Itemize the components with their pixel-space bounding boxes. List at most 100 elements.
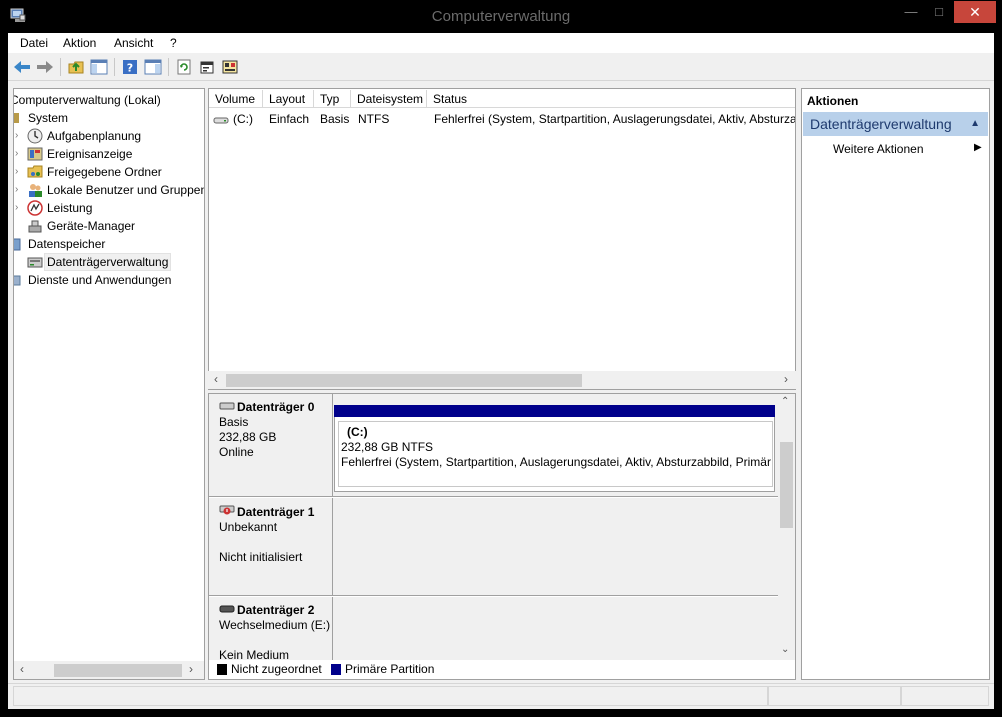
legend-primary-label: Primäre Partition [345, 662, 435, 676]
tree-item-ereignisanzeige[interactable]: › Ereignisanzeige [14, 145, 204, 163]
menu-help[interactable]: ? [170, 36, 177, 50]
tree-item-system[interactable]: System [14, 109, 204, 127]
clock-icon [27, 128, 43, 144]
tree-item-dienste[interactable]: Dienste und Anwendungen [14, 271, 204, 289]
tree-item-datenspeicher[interactable]: Datenspeicher [14, 235, 204, 253]
close-button[interactable]: ✕ [954, 1, 996, 23]
tree-item-lokale-benutzer[interactable]: › Lokale Benutzer und Gruppen [14, 181, 205, 199]
partition-c-size: 232,88 GB NTFS [341, 440, 434, 454]
disk-2-type: Wechselmedium (E:) [219, 618, 331, 632]
scroll-thumb[interactable] [54, 664, 182, 677]
volume-list-horizontal-scrollbar[interactable]: ‹ › [208, 371, 796, 389]
disk-error-icon [219, 504, 235, 520]
partition-c-label: (C:) [347, 425, 368, 439]
actions-section-datentraegerverwaltung[interactable]: Datenträgerverwaltung ▲ [803, 112, 988, 136]
disk-2-partitions [333, 597, 779, 660]
system-tools-icon [14, 110, 28, 126]
collapse-up-icon[interactable]: ▲ [970, 112, 980, 136]
column-header-typ[interactable]: Typ [314, 90, 351, 108]
cell-typ: Basis [320, 112, 350, 126]
disk-0-size: 232,88 GB [219, 430, 277, 444]
scroll-thumb[interactable] [226, 374, 582, 387]
properties-icon[interactable] [197, 57, 217, 77]
more-actions-item[interactable]: Weitere Aktionen [833, 142, 924, 156]
actions-section-label: Datenträgerverwaltung [810, 116, 952, 132]
tree-item-system-label: System [28, 111, 69, 125]
menu-ansicht[interactable]: Ansicht [114, 36, 153, 50]
disk-settings-icon[interactable] [220, 57, 240, 77]
tree-horizontal-scrollbar[interactable]: ‹ › [13, 661, 205, 680]
tree-item-freigegebene-ordner[interactable]: › Freigegebene Ordner [14, 163, 204, 181]
device-manager-icon [27, 218, 43, 234]
legend-unallocated: Nicht zugeordnet [217, 662, 322, 676]
status-bar [8, 683, 994, 707]
minimize-button[interactable]: — [898, 1, 924, 23]
tree-item-lokale-benutzer-label: Lokale Benutzer und Gruppen [47, 183, 205, 197]
disk-1-type: Unbekannt [219, 520, 278, 534]
show-hide-action-pane-icon[interactable] [143, 57, 163, 77]
legend-unallocated-label: Nicht zugeordnet [231, 662, 322, 676]
tree-item-datentraegerverwaltung-label: Datenträgerverwaltung [44, 253, 172, 271]
maximize-button[interactable]: □ [926, 1, 952, 23]
event-viewer-icon [27, 146, 43, 162]
tree-item-leistung[interactable]: › Leistung [14, 199, 204, 217]
back-arrow-icon[interactable] [12, 57, 32, 77]
title-bar: Computerverwaltung — □ ✕ [0, 0, 1002, 33]
toolbar: ? [8, 53, 994, 81]
scroll-up-arrow-icon[interactable]: ⌃ [781, 396, 789, 407]
column-header-status[interactable]: Status [427, 90, 795, 108]
disk-0-label[interactable]: Datenträger 0 Basis 232,88 GB Online [209, 394, 333, 497]
tree-item-datentraegerverwaltung[interactable]: Datenträgerverwaltung [14, 253, 204, 271]
cell-status: Fehlerfrei (System, Startpartition, Ausl… [434, 112, 796, 126]
actions-pane: Aktionen Datenträgerverwaltung ▲ Weitere… [801, 88, 990, 680]
disk-1-name: Datenträger 1 [237, 504, 315, 519]
forward-arrow-icon[interactable] [35, 57, 55, 77]
cell-volume: (C:) [233, 112, 253, 126]
expand-chevron-icon[interactable]: › [15, 145, 18, 163]
expand-chevron-icon[interactable]: › [15, 181, 18, 199]
disk-2-name: Datenträger 2 [237, 603, 315, 617]
performance-icon [27, 200, 43, 216]
disk-view-vertical-scrollbar[interactable]: ⌃ ⌄ [778, 394, 795, 660]
help-icon[interactable]: ? [120, 57, 140, 77]
disk-0-name: Datenträger 0 [237, 400, 315, 414]
scroll-right-arrow-icon[interactable]: › [784, 372, 788, 386]
expand-chevron-icon[interactable]: › [15, 199, 18, 217]
legend: Nicht zugeordnet Primäre Partition [208, 660, 796, 680]
disk-0-type: Basis [219, 415, 249, 429]
tree-item-geraete-manager[interactable]: Geräte-Manager [14, 217, 204, 235]
tree-item-dienste-label: Dienste und Anwendungen [28, 273, 172, 287]
menu-aktion[interactable]: Aktion [63, 36, 96, 50]
legend-primary: Primäre Partition [331, 662, 434, 676]
column-header-volume[interactable]: Volume [209, 90, 263, 108]
column-header-layout[interactable]: Layout [263, 90, 314, 108]
actions-title: Aktionen [807, 94, 859, 108]
scroll-left-arrow-icon[interactable]: ‹ [214, 372, 218, 386]
console-tree: Computerverwaltung (Lokal) System › Aufg… [13, 88, 205, 680]
show-hide-tree-icon[interactable] [89, 57, 109, 77]
shared-folder-icon [27, 164, 43, 180]
column-header-dateisystem[interactable]: Dateisystem [351, 90, 427, 108]
scroll-left-arrow-icon[interactable]: ‹ [20, 662, 24, 676]
up-folder-icon[interactable] [66, 57, 86, 77]
tree-item-aufgabenplanung-label: Aufgabenplanung [47, 129, 142, 143]
disk-icon [219, 400, 235, 415]
menu-datei[interactable]: Datei [20, 36, 48, 50]
scroll-thumb[interactable] [780, 442, 793, 528]
tree-item-root[interactable]: Computerverwaltung (Lokal) [14, 91, 204, 109]
scroll-right-arrow-icon[interactable]: › [189, 662, 193, 676]
disk-1-label[interactable]: Datenträger 1 Unbekannt Nicht initialisi… [209, 498, 333, 596]
volume-list: Volume Layout Typ Dateisystem Status (C:… [208, 88, 796, 390]
window-frame: Datei Aktion Ansicht ? ? Computerverwalt… [8, 33, 994, 709]
disk-2-label[interactable]: Datenträger 2 Wechselmedium (E:) Kein Me… [209, 597, 333, 660]
refresh-icon[interactable] [174, 57, 194, 77]
partition-c[interactable]: (C:) 232,88 GB NTFS Fehlerfrei (System, … [334, 417, 775, 492]
cell-dateisystem: NTFS [358, 112, 390, 126]
cell-layout: Einfach [269, 112, 310, 126]
disk-graphical-view: Datenträger 0 Basis 232,88 GB Online (C:… [208, 393, 796, 661]
tree-item-aufgabenplanung[interactable]: › Aufgabenplanung [14, 127, 204, 145]
expand-chevron-icon[interactable]: › [15, 127, 18, 145]
expand-chevron-icon[interactable]: › [15, 163, 18, 181]
submenu-arrow-icon[interactable]: ▶ [974, 142, 982, 153]
scroll-down-arrow-icon[interactable]: ⌄ [781, 644, 789, 655]
